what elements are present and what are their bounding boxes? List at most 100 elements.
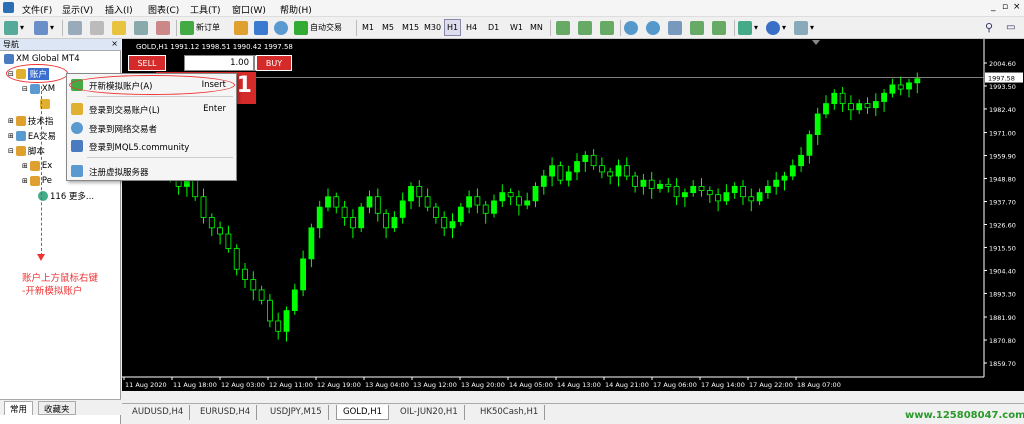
candle-body [632, 175, 639, 187]
chart-shift-icon [712, 20, 726, 35]
candle-body [449, 221, 456, 229]
toolbar: ▾ ▾ 新订单 自动交易 M1 M5 M15 M30 H1 H4 D1 W1 M… [0, 17, 1024, 39]
time-label: 11 Aug 18:00 [173, 381, 217, 389]
lot-input[interactable]: 1.00 [184, 55, 254, 71]
candle-body [814, 113, 821, 136]
candle-body [872, 101, 879, 109]
candle-body [665, 183, 672, 187]
timeframe-m15[interactable]: M15 [402, 19, 419, 36]
tab-favorites[interactable]: 收藏夹 [38, 401, 76, 415]
candle-body [457, 206, 464, 222]
candle-body [690, 185, 697, 194]
bar-chart-icon [556, 20, 570, 35]
candle-body [383, 212, 390, 229]
close-icon[interactable]: × [111, 39, 118, 48]
candle-body [258, 289, 265, 301]
tile-windows-button[interactable] [668, 19, 682, 36]
periods-button[interactable]: ▾ [766, 19, 786, 36]
scripts-icon [15, 146, 26, 156]
timeframe-h4[interactable]: H4 [466, 19, 477, 36]
price-label: 1870.80 [989, 337, 1016, 345]
metaeditor-button[interactable] [234, 19, 248, 36]
candle-body [798, 154, 804, 167]
close-button[interactable]: × [1013, 2, 1021, 12]
profiles-button[interactable]: ▾ [34, 19, 54, 36]
candle-body [208, 217, 215, 229]
autoscroll-button[interactable] [690, 19, 704, 36]
sell-button[interactable]: SELL [128, 55, 166, 71]
timeframe-m1[interactable]: M1 [362, 19, 374, 36]
timeframe-h1[interactable]: H1 [444, 19, 462, 36]
menu-view[interactable]: 显示(V) [62, 3, 93, 16]
tab-audusd[interactable]: AUDUSD,H4 [126, 405, 191, 420]
timeframe-d1[interactable]: D1 [488, 19, 499, 36]
crosshair-button[interactable] [90, 19, 104, 36]
tree-scripts[interactable]: ⊟ 脚本 [8, 145, 45, 157]
tester-icon [156, 20, 170, 35]
menu-login-trade-account[interactable]: 登录到交易账户(L) Enter [67, 100, 236, 118]
timeframe-m5[interactable]: M5 [382, 19, 394, 36]
candle-body [897, 84, 904, 90]
candle-body [424, 196, 431, 208]
auto-trading-button[interactable]: 自动交易 [294, 19, 342, 36]
tree-more[interactable]: 116 更多... [38, 190, 94, 202]
chart-area[interactable]: 2004.60 1993.50 1982.40 1971.00 1959.90 1948.… [122, 39, 1024, 391]
menu-insert[interactable]: 插入(I) [105, 3, 133, 16]
tree-server[interactable]: ⊟ XM [22, 83, 55, 95]
candlestick-button[interactable] [578, 19, 592, 36]
candle-body [881, 92, 887, 102]
mql5-icon [71, 140, 83, 152]
menu-register-vps[interactable]: 注册虚拟服务器 [67, 162, 236, 180]
tab-hk50[interactable]: HK50Cash,H1 [474, 405, 546, 420]
new-order-button[interactable]: 新订单 [180, 19, 220, 36]
candle-body [233, 248, 240, 270]
navigator-button[interactable] [112, 19, 126, 36]
indicators-button[interactable]: ▾ [738, 19, 758, 36]
candle-body [441, 217, 448, 229]
line-chart-button[interactable] [600, 19, 614, 36]
script-item-icon [29, 161, 40, 171]
tester-button[interactable] [156, 19, 170, 36]
chat-button[interactable]: ▭ [1006, 19, 1015, 36]
zoom-in-button[interactable] [624, 19, 638, 36]
tab-gold[interactable]: GOLD,H1 [336, 405, 390, 420]
navigator-header: 导航 × [0, 39, 121, 51]
menu-help[interactable]: 帮助(H) [280, 3, 312, 16]
menu-charts[interactable]: 图表(C) [148, 3, 179, 16]
search-button[interactable]: ⚲ [985, 19, 993, 36]
restore-button[interactable]: ▫ [1002, 2, 1008, 12]
tab-eurusd[interactable]: EURUSD,H4 [194, 405, 258, 420]
menu-file[interactable]: 文件(F) [22, 3, 52, 16]
timeframe-m30[interactable]: M30 [424, 19, 441, 36]
tree-indicators[interactable]: ⊞ 技术指 [8, 115, 53, 127]
templates-button[interactable]: ▾ [794, 19, 814, 36]
menu-login-web-trader[interactable]: 登录到网络交易者 [67, 119, 236, 137]
tab-oil[interactable]: OIL-JUN20,H1 [394, 405, 465, 420]
tree-ea[interactable]: ⊞ EA交易 [8, 130, 56, 142]
web-trader-icon [71, 122, 83, 134]
timeframe-mn[interactable]: MN [530, 19, 543, 36]
minimize-button[interactable]: _ [991, 2, 996, 12]
signals-button[interactable] [254, 19, 268, 36]
candle-body [864, 103, 871, 109]
menu-tools[interactable]: 工具(T) [190, 3, 221, 16]
price-label: 1959.90 [989, 153, 1016, 161]
radio-button[interactable] [274, 19, 288, 36]
candle-body [590, 154, 597, 167]
bar-chart-button[interactable] [556, 19, 570, 36]
terminal-button[interactable] [134, 19, 148, 36]
chart-shift-button[interactable] [712, 19, 726, 36]
menu-window[interactable]: 窗口(W) [232, 3, 266, 16]
tab-usdjpy[interactable]: USDJPY,M15 [264, 405, 329, 420]
tab-common[interactable]: 常用 [4, 401, 34, 415]
new-chart-button[interactable]: ▾ [4, 19, 24, 36]
zoom-out-button[interactable] [646, 19, 660, 36]
tree-script-ex[interactable]: ⊞ Ex [22, 160, 52, 172]
candle-body [316, 206, 323, 229]
tree-script-pe[interactable]: ⊞ Pe [22, 175, 52, 187]
buy-button[interactable]: BUY [256, 55, 292, 71]
market-watch-button[interactable] [68, 19, 82, 36]
menu-login-mql5[interactable]: 登录到MQL5.community [67, 137, 236, 155]
script-item-icon [29, 176, 40, 186]
timeframe-w1[interactable]: W1 [510, 19, 523, 36]
